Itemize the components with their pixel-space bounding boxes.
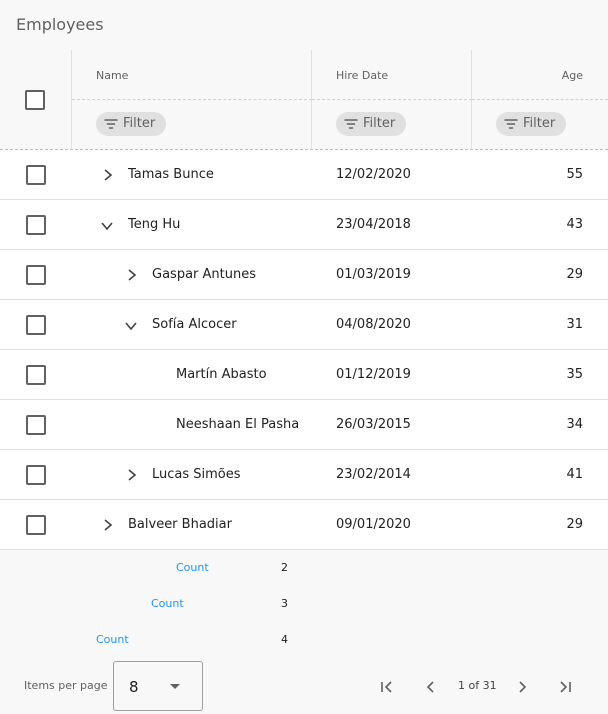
cell-hire-date: 01/03/2019 <box>336 267 411 282</box>
summary-area: Count 2 Count 3 Count 4 <box>0 550 608 660</box>
cell-hire-date: 12/02/2020 <box>336 167 411 182</box>
summary-label: Count <box>96 633 129 646</box>
cell-hire-date: 23/04/2018 <box>336 217 411 232</box>
summary-label: Count <box>151 597 184 610</box>
next-page-icon[interactable] <box>510 675 534 699</box>
grid-body: Tamas Bunce 12/02/2020 55 Teng Hu 23/04/2018… <box>0 150 608 550</box>
cell-name: Sofía Alcocer <box>152 317 237 332</box>
cell-name: Teng Hu <box>128 217 181 232</box>
summary-label: Count <box>176 561 209 574</box>
row-checkbox[interactable] <box>26 215 46 235</box>
chevron-right-icon[interactable] <box>121 265 141 285</box>
table-row[interactable]: Gaspar Antunes 01/03/2019 29 <box>0 250 608 300</box>
cell-age: 29 <box>566 517 583 532</box>
cell-name: Martín Abasto <box>176 367 267 382</box>
row-checkbox[interactable] <box>26 415 46 435</box>
column-header-name-label: Name <box>96 69 129 82</box>
items-per-page-value: 8 <box>129 678 139 696</box>
filter-icon <box>504 119 518 129</box>
summary-value: 3 <box>281 597 288 610</box>
filter-cell-age: Filter <box>472 100 608 150</box>
grid-toolbar: Employees <box>0 0 608 50</box>
items-per-page-label: Items per page <box>24 679 108 692</box>
column-header-name[interactable]: Name <box>72 50 312 100</box>
cell-age: 34 <box>566 417 583 432</box>
grid-title: Employees <box>16 15 104 34</box>
filter-chip-name[interactable]: Filter <box>96 112 166 136</box>
chevron-right-icon[interactable] <box>97 515 117 535</box>
filter-chip-label: Filter <box>123 116 156 131</box>
column-header-age-label: Age <box>561 69 583 82</box>
row-checkbox[interactable] <box>26 465 46 485</box>
cell-name: Lucas Simões <box>152 467 241 482</box>
cell-age: 29 <box>566 267 583 282</box>
row-checkbox[interactable] <box>26 515 46 535</box>
cell-hire-date: 01/12/2019 <box>336 367 411 382</box>
filter-chip-label: Filter <box>363 116 396 131</box>
cell-age: 35 <box>566 367 583 382</box>
row-checkbox[interactable] <box>26 315 46 335</box>
cell-hire-date: 04/08/2020 <box>336 317 411 332</box>
paginator: Items per page 8 1 of 31 <box>0 660 608 714</box>
column-header-age[interactable]: Age <box>472 50 608 100</box>
chevron-down-icon[interactable] <box>121 315 141 335</box>
cell-age: 41 <box>566 467 583 482</box>
filter-icon <box>344 119 358 129</box>
row-checkbox[interactable] <box>26 365 46 385</box>
cell-name: Tamas Bunce <box>128 167 214 182</box>
filter-cell-hire-date: Filter <box>312 100 472 150</box>
cell-name: Neeshaan El Pasha <box>176 417 300 432</box>
filter-chip-hire-date[interactable]: Filter <box>336 112 406 136</box>
column-header-hire-date[interactable]: Hire Date <box>312 50 472 100</box>
header-select-cell <box>0 50 72 150</box>
chevron-right-icon[interactable] <box>121 465 141 485</box>
last-page-icon[interactable] <box>554 675 578 699</box>
cell-name: Balveer Bhadiar <box>128 517 232 532</box>
select-all-checkbox[interactable] <box>25 90 45 110</box>
cell-age: 43 <box>566 217 583 232</box>
table-row[interactable]: Sofía Alcocer 04/08/2020 31 <box>0 300 608 350</box>
table-row[interactable]: Lucas Simões 23/02/2014 41 <box>0 450 608 500</box>
table-row[interactable]: Martín Abasto 01/12/2019 35 <box>0 350 608 400</box>
chevron-right-icon[interactable] <box>97 165 117 185</box>
summary-value: 4 <box>281 633 288 646</box>
filter-cell-name: Filter <box>72 100 312 150</box>
cell-hire-date: 09/01/2020 <box>336 517 411 532</box>
filter-chip-age[interactable]: Filter <box>496 112 566 136</box>
filter-icon <box>104 119 118 129</box>
table-row[interactable]: Tamas Bunce 12/02/2020 55 <box>0 150 608 200</box>
cell-hire-date: 26/03/2015 <box>336 417 411 432</box>
cell-hire-date: 23/02/2014 <box>336 467 411 482</box>
previous-page-icon[interactable] <box>419 675 443 699</box>
summary-value: 2 <box>281 561 288 574</box>
dropdown-arrow-icon <box>170 684 180 689</box>
cell-name: Gaspar Antunes <box>152 267 256 282</box>
filter-chip-label: Filter <box>523 116 556 131</box>
chevron-down-icon[interactable] <box>97 215 117 235</box>
column-header-hire-date-label: Hire Date <box>336 69 389 82</box>
page-indicator: 1 of 31 <box>458 679 497 692</box>
table-row[interactable]: Balveer Bhadiar 09/01/2020 29 <box>0 500 608 550</box>
grid-header: Name Hire Date Age Filter Filter Filter <box>0 50 608 150</box>
items-per-page-select[interactable]: 8 <box>113 661 203 711</box>
cell-age: 55 <box>566 167 583 182</box>
row-checkbox[interactable] <box>26 265 46 285</box>
first-page-icon[interactable] <box>374 675 398 699</box>
table-row[interactable]: Neeshaan El Pasha 26/03/2015 34 <box>0 400 608 450</box>
cell-age: 31 <box>566 317 583 332</box>
table-row[interactable]: Teng Hu 23/04/2018 43 <box>0 200 608 250</box>
row-checkbox[interactable] <box>26 165 46 185</box>
